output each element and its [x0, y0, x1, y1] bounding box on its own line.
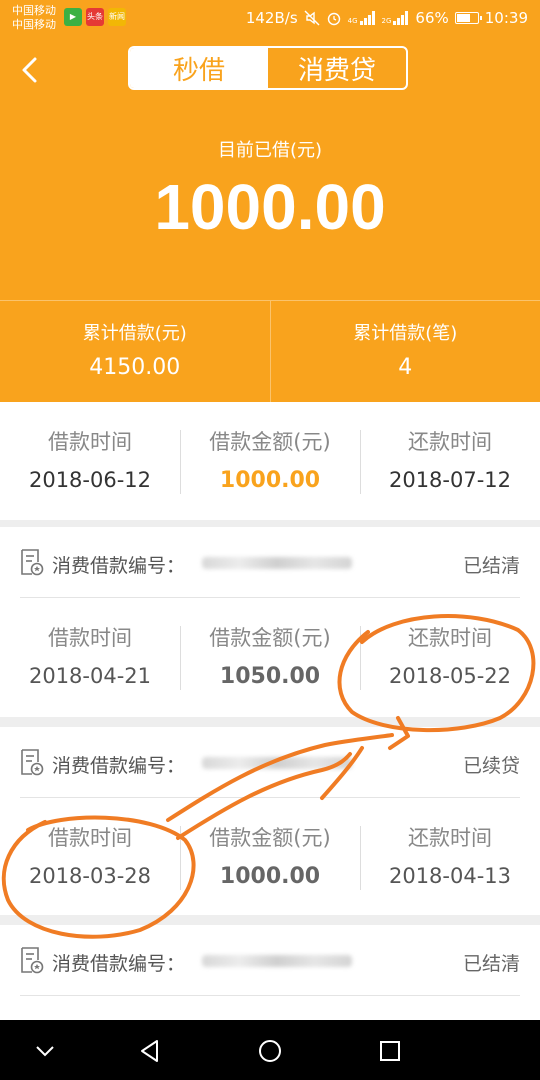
repay-time-label: 还款时间 [408, 826, 492, 850]
record-number-label: 消费借款编号： [52, 755, 186, 777]
header: 秒借 消费贷 目前已借(元) 1000.00 [0, 38, 540, 300]
record-number-label: 消费借款编号： [52, 953, 186, 975]
borrow-time-label: 借款时间 [48, 826, 132, 850]
system-navigation-bar [0, 1020, 540, 1080]
carrier-info: 中国移动 中国移动 [12, 4, 56, 32]
amount-col: 借款金额(元) 1000.00 [180, 402, 360, 520]
repay-time-value: 2018-05-22 [388, 664, 512, 688]
collapse-chevron-icon[interactable] [28, 1034, 62, 1068]
battery-fill [456, 14, 470, 22]
record-status: 已结清 [462, 953, 520, 975]
repay-time-col: 还款时间 2018-04-13 [360, 798, 540, 916]
borrow-time-value: 2018-03-28 [28, 864, 152, 888]
borrow-time-value: 2018-06-12 [28, 468, 152, 492]
loan-record[interactable]: 消费借款编号： 已结清 借款时间 2018-04-21 借款金额(元) 1050… [0, 527, 540, 717]
record-status: 已续贷 [462, 755, 520, 777]
signal-bars-icon [393, 11, 409, 25]
recent-apps-icon[interactable] [373, 1034, 407, 1068]
record-number-redacted [202, 757, 352, 769]
signal-2g-icon: 2G [382, 11, 410, 25]
signal-4g-label: 4G [347, 17, 358, 25]
signal-2g-label: 2G [381, 17, 392, 25]
home-circle-icon[interactable] [253, 1034, 287, 1068]
repay-time-col: 还款时间 2018-07-12 [360, 402, 540, 520]
amount-value: 1000.00 [219, 468, 321, 493]
tab-xiaofeidai[interactable]: 消费贷 [268, 48, 406, 88]
record-header: 消费借款编号： 已结清 [20, 527, 520, 598]
borrow-time-label: 借款时间 [48, 430, 132, 454]
carrier-1: 中国移动 [12, 4, 56, 17]
amount-col: 借款金额(元) 1000.00 [180, 798, 360, 916]
net-speed: 142B/s [245, 9, 298, 27]
signal-4g-icon: 4G [348, 11, 376, 25]
amount-label: 借款金额(元) [209, 430, 331, 454]
total-amount-label: 累计借款(元) [82, 323, 187, 344]
battery-icon [454, 12, 482, 24]
tab-miaojie[interactable]: 秒借 [130, 48, 268, 88]
back-arrow-icon[interactable] [14, 54, 46, 86]
repay-time-value: 2018-04-13 [388, 864, 512, 888]
summary-panel: 累计借款(元) 4150.00 累计借款(笔) 4 [0, 300, 540, 402]
total-amount-value: 4150.00 [89, 355, 181, 380]
product-tabs: 秒借 消费贷 [128, 46, 408, 90]
current-loan-row: 借款时间 2018-06-12 借款金额(元) 1000.00 还款时间 201… [0, 402, 540, 520]
borrow-time-col: 借款时间 2018-06-12 [0, 402, 180, 520]
notification-icons: ▶ 头条 新闻 [64, 8, 126, 26]
total-count-label: 累计借款(笔) [353, 323, 458, 344]
total-amount-cell: 累计借款(元) 4150.00 [0, 301, 270, 402]
status-bar: 中国移动 中国移动 ▶ 头条 新闻 142B/s 4G 2G 66% 10:39 [0, 0, 540, 38]
record-number-redacted [202, 955, 352, 967]
back-triangle-icon[interactable] [133, 1034, 167, 1068]
record-row: 借款时间 2018-04-21 借款金额(元) 1050.00 还款时间 201… [0, 598, 540, 716]
alarm-icon [327, 12, 340, 26]
battery-percent: 66% [415, 9, 449, 27]
borrow-time-col: 借款时间 2018-03-28 [0, 798, 180, 916]
borrow-time-value: 2018-04-21 [28, 664, 152, 688]
borrow-time-label: 借款时间 [48, 626, 132, 650]
repay-time-value: 2018-07-12 [388, 468, 512, 492]
news-app-icon: 新闻 [108, 8, 126, 26]
record-number-redacted [202, 557, 352, 569]
repay-time-label: 还款时间 [408, 626, 492, 650]
document-icon [21, 549, 44, 576]
current-borrowed-label: 目前已借(元) [217, 140, 323, 161]
clock: 10:39 [484, 9, 528, 27]
borrow-time-col: 借款时间 2018-04-21 [0, 598, 180, 716]
current-borrowed-amount: 1000.00 [154, 171, 386, 243]
amount-value: 1000.00 [219, 864, 321, 889]
current-loan-card[interactable]: 借款时间 2018-06-12 借款金额(元) 1000.00 还款时间 201… [0, 402, 540, 520]
repay-time-label: 还款时间 [408, 430, 492, 454]
amount-label: 借款金额(元) [209, 626, 331, 650]
amount-label: 借款金额(元) [209, 826, 331, 850]
video-app-icon: ▶ [64, 8, 82, 26]
mute-icon [304, 10, 320, 26]
document-icon [21, 947, 44, 974]
status-right: 142B/s 4G 2G 66% 10:39 [246, 9, 528, 27]
record-number-label: 消费借款编号： [52, 555, 186, 577]
record-header: 消费借款编号： 已结清 [20, 925, 520, 996]
document-icon [21, 749, 44, 776]
carrier-2: 中国移动 [12, 18, 56, 31]
total-count-cell: 累计借款(笔) 4 [269, 301, 540, 402]
amount-value: 1050.00 [219, 664, 321, 689]
total-count-value: 4 [398, 355, 413, 380]
toutiao-app-icon: 头条 [86, 8, 104, 26]
record-status: 已结清 [462, 555, 520, 577]
signal-bars-icon [359, 11, 375, 25]
record-row: 借款时间 2018-03-28 借款金额(元) 1000.00 还款时间 201… [0, 798, 540, 916]
loan-record[interactable]: 消费借款编号： 已结清 [0, 925, 540, 1020]
record-header: 消费借款编号： 已续贷 [20, 727, 520, 798]
amount-col: 借款金额(元) 1050.00 [180, 598, 360, 716]
loan-record[interactable]: 消费借款编号： 已续贷 借款时间 2018-03-28 借款金额(元) 1000… [0, 727, 540, 915]
repay-time-col: 还款时间 2018-05-22 [360, 598, 540, 716]
